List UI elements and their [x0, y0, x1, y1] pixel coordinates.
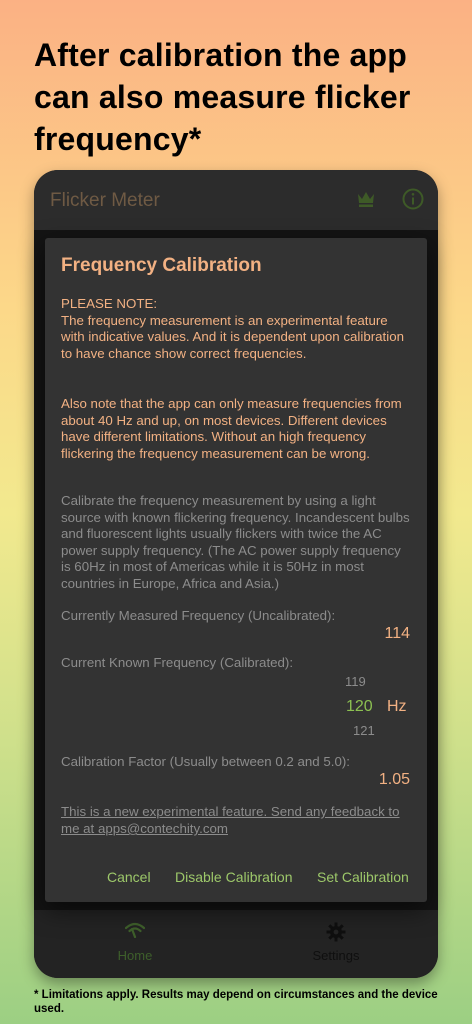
cancel-button[interactable]: Cancel [107, 869, 151, 885]
feedback-link[interactable]: This is a new experimental feature. Send… [61, 803, 413, 837]
nav-settings-label: Settings [312, 948, 360, 963]
calibration-factor-value: 1.05 [378, 771, 410, 788]
promo-footnote: * Limitations apply. Results may depend … [34, 989, 438, 1015]
gear-icon [326, 922, 346, 942]
known-frequency-label: Current Known Frequency (Calibrated): [61, 655, 294, 670]
frequency-calibration-dialog: Frequency Calibration PLEASE NOTE: The f… [45, 238, 427, 902]
home-icon [125, 922, 145, 938]
frequency-unit: Hz [387, 698, 407, 715]
nav-home-label: Home [117, 948, 153, 963]
app-bar: Flicker Meter [34, 170, 438, 230]
crown-icon[interactable] [356, 190, 376, 208]
nav-home[interactable]: Home [104, 918, 166, 968]
promo-headline: After calibration the app can also measu… [34, 37, 411, 157]
info-icon[interactable] [402, 188, 424, 210]
frequency-picker-prev[interactable]: 119 [345, 674, 366, 689]
nav-settings[interactable]: Settings [304, 918, 368, 968]
calibration-instructions: Calibrate the frequency measurement by u… [61, 493, 410, 591]
frequency-picker-current[interactable]: 120 [346, 698, 373, 716]
set-calibration-button[interactable]: Set Calibration [317, 869, 409, 885]
frequency-picker-next[interactable]: 121 [353, 723, 375, 738]
disable-calibration-button[interactable]: Disable Calibration [175, 869, 293, 885]
dialog-title: Frequency Calibration [61, 255, 262, 276]
limitations-text: Also note that the app can only measure … [61, 396, 402, 461]
app-title: Flicker Meter [50, 190, 160, 211]
bottom-navigation: Home Settings [34, 910, 438, 978]
notice-text: PLEASE NOTE: The frequency measurement i… [61, 296, 404, 361]
measured-frequency-label: Currently Measured Frequency (Uncalibrat… [61, 608, 336, 623]
calibration-factor-label: Calibration Factor (Usually between 0.2 … [61, 754, 350, 769]
measured-frequency-value: 114 [384, 625, 410, 642]
